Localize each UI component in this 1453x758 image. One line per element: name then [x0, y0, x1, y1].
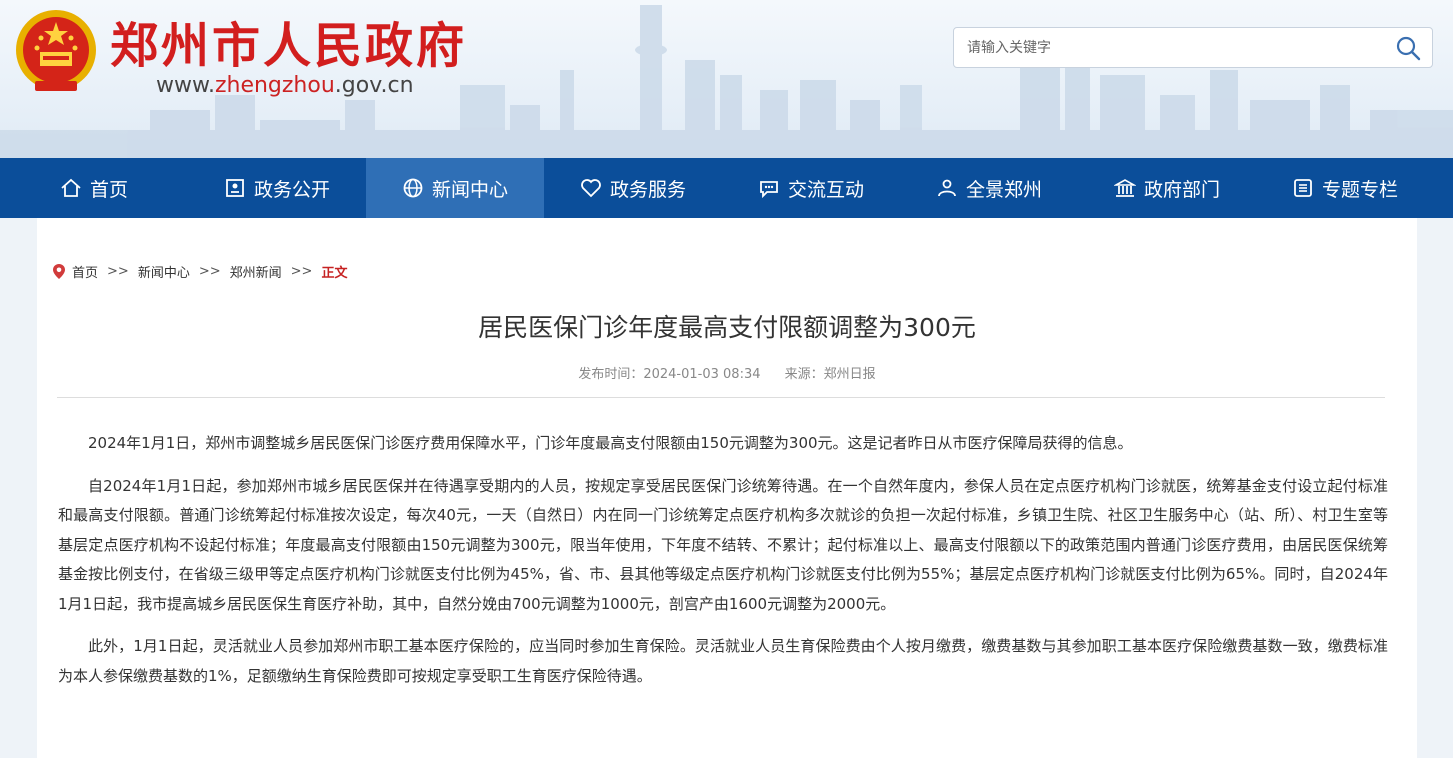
site-header: 郑州市人民政府 www.zhengzhou.gov.cn [0, 0, 1453, 158]
publish-time: 发布时间：2024-01-03 08:34 [578, 367, 761, 382]
main-nav: 首页 政务公开 新闻中心 政务服务 交流互动 全景郑州 政府部门 专题专栏 [0, 158, 1453, 218]
nav-item-topics[interactable]: 专题专栏 [1256, 158, 1434, 218]
nav-label: 政务公开 [253, 178, 330, 201]
breadcrumb-current: 正文 [321, 266, 348, 281]
nav-item-gov-services[interactable]: 政务服务 [544, 158, 722, 218]
search-icon[interactable] [1394, 34, 1422, 62]
nav-label: 政府部门 [1143, 178, 1220, 201]
globe-icon [403, 178, 423, 198]
site-url: www.zhengzhou.gov.cn [156, 73, 414, 98]
search-box [953, 27, 1433, 68]
url-suffix: .gov.cn [334, 73, 414, 98]
url-highlight: zhengzhou [214, 73, 335, 98]
home-icon [61, 178, 81, 197]
article-paragraph: 2024年1月1日，郑州市调整城乡居民医保门诊医疗费用保障水平，门诊年度最高支付… [88, 434, 1133, 452]
nav-item-panorama[interactable]: 全景郑州 [900, 158, 1078, 218]
site-title: 郑州市人民政府 [110, 18, 468, 74]
nav-item-gov-affairs[interactable]: 政务公开 [188, 158, 366, 218]
article-meta: 发布时间：2024-01-03 08:34 来源：郑州日报 [37, 363, 1417, 382]
breadcrumb-zhengzhou-news[interactable]: 郑州新闻 [230, 262, 282, 281]
article-paragraph: 此外，1月1日起，灵活就业人员参加郑州市职工基本医疗保险的，应当同时参加生育保险… [58, 637, 1388, 685]
article-container: 首页 >> 新闻中心 >> 郑州新闻 >> 正文 居民医保门诊年度最高支付限额调… [37, 218, 1417, 758]
nav-label: 政务服务 [609, 178, 686, 201]
search-input[interactable] [954, 28, 1384, 67]
location-pin-icon [53, 264, 65, 279]
breadcrumb-news-center[interactable]: 新闻中心 [138, 262, 190, 281]
people-icon [938, 179, 956, 197]
breadcrumb-home[interactable]: 首页 [72, 262, 98, 281]
building-icon [1113, 179, 1136, 197]
article-source: 来源：郑州日报 [784, 367, 876, 382]
article-paragraph: 自2024年1月1日起，参加郑州市城乡居民医保并在待遇享受期内的人员，按规定享受… [58, 476, 1388, 613]
nav-label: 交流互动 [787, 178, 864, 201]
breadcrumb-separator: >> [198, 264, 221, 279]
nav-label: 新闻中心 [431, 178, 508, 201]
document-icon [226, 179, 244, 197]
breadcrumb: 首页 >> 新闻中心 >> 郑州新闻 >> 正文 [52, 262, 347, 281]
list-icon [1294, 179, 1312, 197]
article-title: 居民医保门诊年度最高支付限额调整为300元 [478, 313, 976, 342]
divider [57, 397, 1385, 398]
nav-label: 全景郑州 [965, 178, 1042, 201]
article-body: 2024年1月1日，郑州市调整城乡居民医保门诊医疗费用保障水平，门诊年度最高支付… [58, 429, 1388, 704]
nav-item-departments[interactable]: 政府部门 [1078, 158, 1256, 218]
national-emblem-icon [16, 10, 96, 91]
heart-icon [581, 179, 601, 198]
url-prefix: www. [156, 73, 215, 98]
nav-item-news-center[interactable]: 新闻中心 [366, 158, 544, 218]
breadcrumb-separator: >> [290, 264, 313, 279]
nav-label: 首页 [89, 178, 128, 201]
breadcrumb-separator: >> [107, 264, 129, 279]
nav-item-home[interactable]: 首页 [0, 158, 188, 218]
nav-item-interaction[interactable]: 交流互动 [722, 158, 900, 218]
nav-label: 专题专栏 [1321, 178, 1398, 201]
chat-icon [760, 181, 778, 199]
